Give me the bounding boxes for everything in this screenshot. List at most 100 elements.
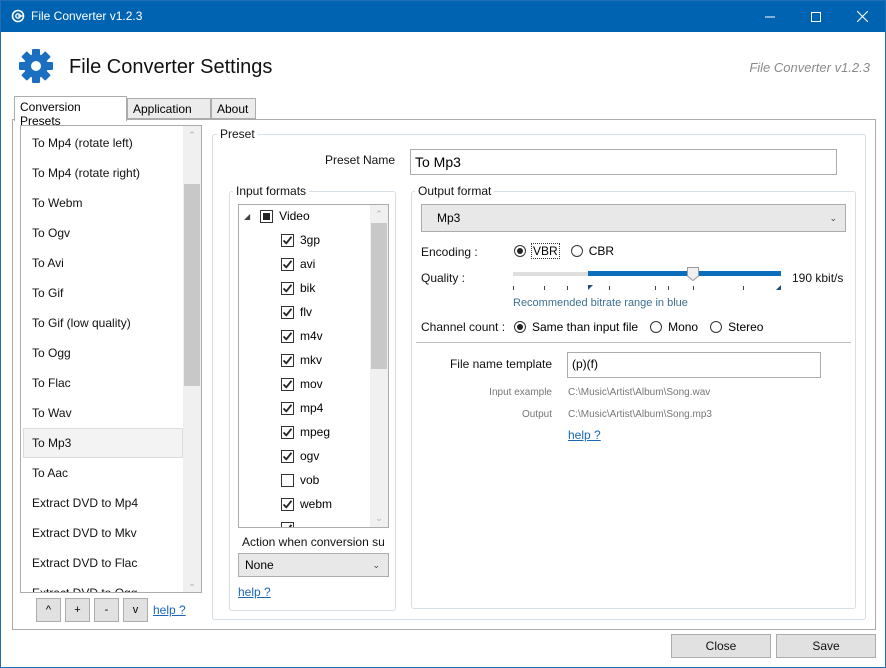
- checkbox-checked[interactable]: [281, 521, 294, 527]
- scroll-up-icon[interactable]: ⌃: [183, 126, 201, 144]
- preset-list-item[interactable]: To Wav: [23, 398, 183, 428]
- format-checkbox-row[interactable]: mpeg: [281, 420, 330, 444]
- checkbox-checked[interactable]: [281, 449, 294, 463]
- preset-list-item[interactable]: Extract DVD to Mp4: [23, 488, 183, 518]
- radio-button[interactable]: [514, 245, 526, 257]
- move-up-button[interactable]: ^: [36, 598, 61, 622]
- checkbox-checked[interactable]: [281, 305, 294, 319]
- preset-list-item[interactable]: To Gif (low quality): [23, 308, 183, 338]
- preset-list-item[interactable]: To Gif: [23, 278, 183, 308]
- checkbox-checked[interactable]: [281, 233, 294, 247]
- preset-list-item[interactable]: To Mp3: [23, 428, 183, 458]
- format-label: m4v: [300, 329, 323, 343]
- presets-help-link[interactable]: help ?: [153, 603, 186, 617]
- preset-list-item[interactable]: Extract DVD to Flac: [23, 548, 183, 578]
- format-label: vob: [300, 473, 320, 487]
- filename-template-input[interactable]: (p)(f): [567, 352, 821, 378]
- radio-button[interactable]: [710, 321, 723, 333]
- radio-vbr[interactable]: VBR: [514, 243, 560, 259]
- radio-button[interactable]: [650, 321, 663, 333]
- format-checkbox-row[interactable]: ogv: [281, 444, 319, 468]
- preset-list-item[interactable]: To Ogg: [23, 338, 183, 368]
- checkbox-checked[interactable]: [281, 353, 294, 367]
- format-checkbox-row[interactable]: webm: [281, 492, 332, 516]
- format-label: mpeg: [300, 425, 331, 439]
- checkbox-checked[interactable]: [281, 401, 294, 415]
- checkbox-checked[interactable]: [281, 281, 294, 295]
- checkbox-checked[interactable]: [281, 497, 294, 511]
- checkbox-checked[interactable]: [281, 377, 294, 391]
- quality-slider[interactable]: [513, 267, 781, 293]
- input-help-link[interactable]: help ?: [238, 585, 271, 599]
- radio-button[interactable]: [514, 321, 526, 333]
- format-label: 3gp: [300, 233, 321, 247]
- format-label: mkv: [300, 353, 322, 367]
- radio-mono[interactable]: Mono: [650, 320, 698, 334]
- tab-about[interactable]: About: [211, 98, 256, 119]
- minimize-button[interactable]: [747, 1, 793, 32]
- preset-list-item[interactable]: To Ogv: [23, 218, 183, 248]
- close-button[interactable]: Close: [671, 634, 771, 658]
- radio-cbr[interactable]: CBR: [570, 244, 614, 258]
- tree-category-video[interactable]: ◢ Video: [244, 205, 310, 228]
- scrollbar-thumb[interactable]: [184, 184, 200, 386]
- format-checkbox-row[interactable]: mov: [281, 372, 323, 396]
- radio-same-as-input[interactable]: Same than input file: [514, 320, 638, 334]
- expand-triangle-icon[interactable]: ◢: [244, 212, 250, 221]
- checkbox-unchecked[interactable]: [281, 473, 294, 487]
- radio-label: Same than input file: [532, 320, 639, 334]
- minimize-icon: [765, 16, 775, 17]
- input-formats-label: Input formats: [233, 184, 310, 198]
- radio-label: Stereo: [728, 320, 764, 334]
- checkbox-checked[interactable]: [281, 329, 294, 343]
- radio-button[interactable]: [570, 245, 583, 257]
- checkbox-checked[interactable]: [281, 257, 294, 271]
- remove-preset-button[interactable]: -: [94, 598, 119, 622]
- scroll-down-icon[interactable]: ⌄: [370, 509, 388, 527]
- preset-list-item[interactable]: To Avi: [23, 248, 183, 278]
- tab-conversion-presets[interactable]: Conversion Presets: [14, 96, 127, 128]
- format-checkbox-row[interactable]: [281, 516, 300, 527]
- action-dropdown[interactable]: None ⌄: [238, 553, 389, 577]
- preset-list-item[interactable]: To Flac: [23, 368, 183, 398]
- scroll-down-icon[interactable]: ⌄: [183, 574, 201, 592]
- partial-checkbox[interactable]: [260, 209, 274, 223]
- preset-list-item[interactable]: Extract DVD to Mkv: [23, 518, 183, 548]
- preset-list-scrollbar[interactable]: ⌃ ⌄: [183, 126, 201, 592]
- output-help-link[interactable]: help ?: [568, 428, 601, 442]
- scroll-up-icon[interactable]: ⌃: [370, 205, 388, 223]
- scrollbar-thumb[interactable]: [371, 223, 387, 369]
- radio-stereo[interactable]: Stereo: [710, 320, 763, 334]
- preset-list-item[interactable]: To Mp4 (rotate left): [23, 128, 183, 158]
- format-checkbox-row[interactable]: mkv: [281, 348, 322, 372]
- preset-list-item[interactable]: To Webm: [23, 188, 183, 218]
- input-formats-tree[interactable]: ◢ Video 3gp avi bik flv m4v mkv mov mp4 mpeg ogv v…: [238, 204, 389, 528]
- save-button[interactable]: Save: [776, 634, 876, 658]
- output-format-dropdown[interactable]: Mp3 ⌄: [421, 204, 846, 232]
- preset-list-item[interactable]: To Mp4 (rotate right): [23, 158, 183, 188]
- slider-thumb[interactable]: [686, 267, 699, 281]
- tab-application[interactable]: Application: [127, 98, 211, 119]
- format-label: mp4: [300, 401, 324, 415]
- format-checkbox-row[interactable]: flv: [281, 300, 312, 324]
- filename-template-label: File name template: [449, 357, 552, 371]
- format-checkbox-row[interactable]: vob: [281, 468, 319, 492]
- format-checkbox-row[interactable]: m4v: [281, 324, 323, 348]
- slider-tick: [743, 286, 745, 290]
- format-checkbox-row[interactable]: avi: [281, 252, 315, 276]
- preset-list[interactable]: To Mp4 (rotate left) To Mp4 (rotate right…: [20, 125, 202, 593]
- preset-list-item[interactable]: Extract DVD to Ogg: [23, 578, 183, 592]
- format-checkbox-row[interactable]: 3gp: [281, 228, 320, 252]
- action-label: Action when conversion su: [242, 535, 385, 549]
- add-preset-button[interactable]: +: [65, 598, 90, 622]
- format-checkbox-row[interactable]: bik: [281, 276, 315, 300]
- formats-scrollbar[interactable]: ⌃ ⌄: [370, 205, 388, 527]
- checkbox-checked[interactable]: [281, 425, 294, 439]
- close-window-button[interactable]: [839, 1, 885, 32]
- move-down-button[interactable]: v: [123, 598, 148, 622]
- maximize-button[interactable]: [793, 1, 839, 32]
- preset-name-input[interactable]: To Mp3: [410, 149, 837, 175]
- output-separator: [416, 342, 851, 343]
- format-checkbox-row[interactable]: mp4: [281, 396, 323, 420]
- preset-list-item[interactable]: To Aac: [23, 458, 183, 488]
